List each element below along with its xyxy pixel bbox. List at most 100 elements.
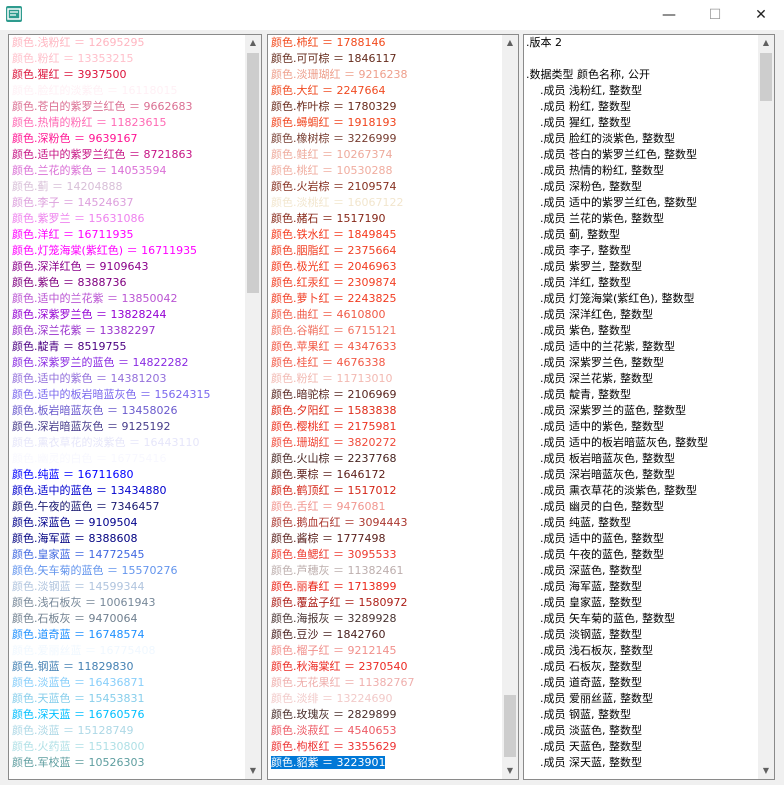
scroll-up-arrow-icon[interactable]: ▲ xyxy=(245,35,261,51)
scroll-thumb[interactable] xyxy=(504,695,516,757)
middle-list-item[interactable]: 颜色.鲑红 ＝ 10267374 xyxy=(271,147,500,163)
middle-list-item[interactable]: 颜色.无花果红 ＝ 11382767 xyxy=(271,675,500,691)
middle-list-item[interactable]: 颜色.舌红 ＝ 9476081 xyxy=(271,499,500,515)
middle-list-item[interactable]: 颜色.樱桃红 ＝ 2175981 xyxy=(271,419,500,435)
middle-list-item[interactable]: 颜色.桃红 ＝ 10530288 xyxy=(271,163,500,179)
middle-list-item[interactable]: 颜色.秋海棠红 ＝ 2370540 xyxy=(271,659,500,675)
scroll-up-arrow-icon[interactable]: ▲ xyxy=(502,35,518,51)
middle-list-item[interactable]: 颜色.淡珊瑚红 ＝ 9216238 xyxy=(271,67,500,83)
middle-list-item[interactable]: 颜色.玫瑰灰 ＝ 2829899 xyxy=(271,707,500,723)
left-list-item[interactable]: 颜色.海军蓝 ＝ 8388608 xyxy=(12,531,243,547)
left-list-item[interactable]: 颜色.李子 ＝ 14524637 xyxy=(12,195,243,211)
left-list-item[interactable]: 颜色.板岩暗蓝灰色 ＝ 13458026 xyxy=(12,403,243,419)
middle-list-item[interactable]: 颜色.丽春红 ＝ 1713899 xyxy=(271,579,500,595)
left-list-item[interactable]: 颜色.深紫罗兰色 ＝ 13828244 xyxy=(12,307,243,323)
left-list-item[interactable]: 颜色.紫色 ＝ 8388736 xyxy=(12,275,243,291)
left-list-item[interactable]: 颜色.淡蓝色 ＝ 16436871 xyxy=(12,675,243,691)
left-list-item[interactable]: 颜色.浅石板灰 ＝ 10061943 xyxy=(12,595,243,611)
scroll-thumb[interactable] xyxy=(247,53,259,293)
scroll-thumb[interactable] xyxy=(760,53,772,101)
left-list-item[interactable]: 颜色.矢车菊的蓝色 ＝ 15570276 xyxy=(12,563,243,579)
middle-list-item[interactable]: 颜色.夕阳红 ＝ 1583838 xyxy=(271,403,500,419)
left-list-item[interactable]: 颜色.爱丽丝蓝 ＝ 16775408 xyxy=(12,643,243,659)
left-list-item[interactable]: 颜色.苍白的紫罗兰红色 ＝ 9662683 xyxy=(12,99,243,115)
middle-list-item[interactable]: 颜色.暗驼棕 ＝ 2106969 xyxy=(271,387,500,403)
left-list-item[interactable]: 颜色.纯蓝 ＝ 16711680 xyxy=(12,467,243,483)
left-list-item[interactable]: 颜色.洋红 ＝ 16711935 xyxy=(12,227,243,243)
middle-list-item[interactable]: 颜色.栗棕 ＝ 1646172 xyxy=(271,467,500,483)
left-list-item[interactable]: 颜色.适中的紫罗兰红色 ＝ 8721863 xyxy=(12,147,243,163)
left-list-item[interactable]: 颜色.脸红的淡紫色 ＝ 16118015 xyxy=(12,83,243,99)
left-list-item[interactable]: 颜色.蓟 ＝ 14204888 xyxy=(12,179,243,195)
middle-list-item[interactable]: 颜色.粉红 ＝ 11713010 xyxy=(271,371,500,387)
left-list-item[interactable]: 颜色.道奇蓝 ＝ 16748574 xyxy=(12,627,243,643)
middle-list-item[interactable]: 颜色.酱棕 ＝ 1777498 xyxy=(271,531,500,547)
left-list-item[interactable]: 颜色.适中的兰花紫 ＝ 13850042 xyxy=(12,291,243,307)
middle-list-item[interactable]: 颜色.曲红 ＝ 4610800 xyxy=(271,307,500,323)
left-list-item[interactable]: 颜色.适中的蓝色 ＝ 13434880 xyxy=(12,483,243,499)
left-list-item[interactable]: 颜色.适中的板岩暗蓝灰色 ＝ 15624315 xyxy=(12,387,243,403)
middle-list-item[interactable]: 颜色.大红 ＝ 2247664 xyxy=(271,83,500,99)
middle-list-item[interactable]: 颜色.红汞红 ＝ 2309874 xyxy=(271,275,500,291)
middle-list-item[interactable]: 颜色.豆沙 ＝ 1842760 xyxy=(271,627,500,643)
left-list-item[interactable]: 颜色.皇家蓝 ＝ 14772545 xyxy=(12,547,243,563)
middle-list-item[interactable]: 颜色.苹果红 ＝ 4347633 xyxy=(271,339,500,355)
middle-list-item[interactable]: 颜色.铁水红 ＝ 1849845 xyxy=(271,227,500,243)
middle-list-item[interactable]: 颜色.枸枢红 ＝ 3355629 xyxy=(271,739,500,755)
middle-list-item[interactable]: 颜色.火山棕 ＝ 2237768 xyxy=(271,451,500,467)
scroll-down-arrow-icon[interactable]: ▼ xyxy=(245,763,261,779)
left-list-item[interactable]: 颜色.深天蓝 ＝ 16760576 xyxy=(12,707,243,723)
middle-list-item[interactable]: 颜色.淡绯 ＝ 13224690 xyxy=(271,691,500,707)
left-list-item[interactable]: 颜色.兰花的紫色 ＝ 14053594 xyxy=(12,163,243,179)
middle-list-item[interactable]: 颜色.鹅血石红 ＝ 3094443 xyxy=(271,515,500,531)
left-color-list[interactable]: 颜色.浅粉红 ＝ 12695295 颜色.粉红 ＝ 13353215 颜色.猩红 ＝… xyxy=(8,34,262,780)
left-list-item[interactable]: 颜色.深岩暗蓝灰色 ＝ 9125192 xyxy=(12,419,243,435)
scroll-up-arrow-icon[interactable]: ▲ xyxy=(758,35,774,51)
left-list-item[interactable]: 颜色.幽灵的白色 ＝ 16775416 xyxy=(12,451,243,467)
left-scrollbar[interactable]: ▲ ▼ xyxy=(245,35,261,779)
middle-list-item[interactable]: 颜色.胭脂红 ＝ 2375664 xyxy=(271,243,500,259)
maximize-button[interactable]: ☐ xyxy=(692,0,738,30)
middle-list-item[interactable]: 颜色.貂紫 ＝ 3223901 xyxy=(271,755,500,771)
middle-list-item[interactable]: 颜色.淡桃红 ＝ 16067122 xyxy=(271,195,500,211)
middle-list-item[interactable]: 颜色.谷鞘红 ＝ 6715121 xyxy=(271,323,500,339)
left-list-item[interactable]: 颜色.深洋红色 ＝ 9109643 xyxy=(12,259,243,275)
middle-list-item[interactable]: 颜色.蟳蜩红 ＝ 1918193 xyxy=(271,115,500,131)
left-list-item[interactable]: 颜色.热情的粉红 ＝ 11823615 xyxy=(12,115,243,131)
middle-list-item[interactable]: 颜色.淡菽红 ＝ 4540653 xyxy=(271,723,500,739)
left-list-item[interactable]: 颜色.靛青 ＝ 8519755 xyxy=(12,339,243,355)
left-list-item[interactable]: 颜色.淡蓝 ＝ 15128749 xyxy=(12,723,243,739)
left-list-item[interactable]: 颜色.深粉色 ＝ 9639167 xyxy=(12,131,243,147)
left-list-item[interactable]: 颜色.适中的紫色 ＝ 14381203 xyxy=(12,371,243,387)
middle-list-item[interactable]: 颜色.覆盆子红 ＝ 1580972 xyxy=(271,595,500,611)
middle-list-item[interactable]: 颜色.极光红 ＝ 2046963 xyxy=(271,259,500,275)
middle-list-item[interactable]: 颜色.柿红 ＝ 1788146 xyxy=(271,35,500,51)
scroll-down-arrow-icon[interactable]: ▼ xyxy=(758,763,774,779)
app-icon[interactable] xyxy=(6,6,22,22)
middle-list-item[interactable]: 颜色.橡树棕 ＝ 3226999 xyxy=(271,131,500,147)
scroll-down-arrow-icon[interactable]: ▼ xyxy=(502,763,518,779)
middle-list-item[interactable]: 颜色.萝卜红 ＝ 2243825 xyxy=(271,291,500,307)
middle-color-list[interactable]: 颜色.柿红 ＝ 1788146 颜色.可可棕 ＝ 1846117 颜色.淡珊瑚红 ＝… xyxy=(267,34,519,780)
left-list-item[interactable]: 颜色.午夜的蓝色 ＝ 7346457 xyxy=(12,499,243,515)
middle-list-item[interactable]: 颜色.柞叶棕 ＝ 1780329 xyxy=(271,99,500,115)
right-scrollbar[interactable]: ▲ ▼ xyxy=(758,35,774,779)
left-list-item[interactable]: 颜色.浅粉红 ＝ 12695295 xyxy=(12,35,243,51)
left-list-item[interactable]: 颜色.熏衣草花的淡紫色 ＝ 16443110 xyxy=(12,435,243,451)
left-list-item[interactable]: 颜色.淡钢蓝 ＝ 14599344 xyxy=(12,579,243,595)
left-list-item[interactable]: 颜色.天蓝色 ＝ 15453831 xyxy=(12,691,243,707)
left-list-item[interactable]: 颜色.深紫罗兰的蓝色 ＝ 14822282 xyxy=(12,355,243,371)
middle-list-item[interactable]: 颜色.可可棕 ＝ 1846117 xyxy=(271,51,500,67)
middle-list-item[interactable]: 颜色.赭石 ＝ 1517190 xyxy=(271,211,500,227)
middle-list-item[interactable]: 颜色.桂红 ＝ 4676338 xyxy=(271,355,500,371)
left-list-item[interactable]: 颜色.猩红 ＝ 3937500 xyxy=(12,67,243,83)
middle-scrollbar[interactable]: ▲ ▼ xyxy=(502,35,518,779)
middle-list-item[interactable]: 颜色.海报灰 ＝ 3289928 xyxy=(271,611,500,627)
middle-list-item[interactable]: 颜色.芦穗灰 ＝ 11382461 xyxy=(271,563,500,579)
left-list-item[interactable]: 颜色.火药蓝 ＝ 15130800 xyxy=(12,739,243,755)
code-text-box[interactable]: .版本 2 .数据类型 颜色名称, 公开 .成员 浅粉红, 整数型 .成员 粉红,… xyxy=(523,34,775,780)
middle-list-item[interactable]: 颜色.鱼鳃红 ＝ 3095533 xyxy=(271,547,500,563)
left-list-item[interactable]: 颜色.深蓝色 ＝ 9109504 xyxy=(12,515,243,531)
left-list-item[interactable]: 颜色.深兰花紫 ＝ 13382297 xyxy=(12,323,243,339)
middle-list-item[interactable]: 颜色.鹤顶红 ＝ 1517012 xyxy=(271,483,500,499)
